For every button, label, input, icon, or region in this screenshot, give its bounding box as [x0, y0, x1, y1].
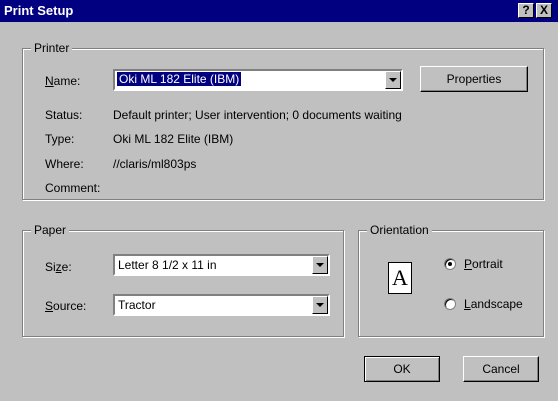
status-label: Status: — [45, 108, 83, 122]
paper-group: Paper — [22, 223, 344, 337]
chevron-down-icon[interactable] — [312, 256, 328, 274]
landscape-label[interactable]: Landscape — [464, 297, 523, 311]
size-label: Size: — [45, 260, 72, 274]
paper-size-value: Letter 8 1/2 x 11 in — [118, 258, 217, 272]
chevron-down-icon[interactable] — [385, 71, 401, 89]
landscape-radio[interactable] — [444, 298, 456, 310]
window-title: Print Setup — [4, 3, 74, 18]
ok-button[interactable]: OK — [364, 356, 440, 382]
paper-legend: Paper — [31, 223, 70, 237]
close-button[interactable]: X — [536, 3, 552, 18]
help-button[interactable]: ? — [518, 3, 534, 18]
printer-name-value: Oki ML 182 Elite (IBM) — [115, 71, 243, 87]
portrait-page-icon: A — [388, 262, 412, 294]
source-label: Source: — [45, 299, 87, 313]
properties-button[interactable]: Properties — [420, 66, 528, 92]
portrait-radio[interactable] — [444, 258, 456, 270]
ok-label: OK — [393, 362, 411, 376]
comment-label: Comment: — [45, 181, 101, 195]
orientation-group: Orientation — [358, 223, 544, 337]
name-label: Name: — [45, 74, 81, 88]
printer-legend: Printer — [31, 41, 73, 55]
type-label: Type: — [45, 132, 75, 146]
status-value: Default printer; User intervention; 0 do… — [113, 108, 402, 122]
properties-label: Properties — [446, 72, 502, 86]
orientation-legend: Orientation — [367, 223, 432, 237]
paper-source-select[interactable]: Tractor — [113, 294, 330, 316]
chevron-down-icon[interactable] — [312, 296, 328, 314]
title-bar: Print Setup ? X — [0, 0, 558, 22]
where-label: Where: — [45, 157, 84, 171]
printer-name-select[interactable]: Oki ML 182 Elite (IBM) — [113, 69, 403, 91]
cancel-label: Cancel — [482, 362, 520, 376]
paper-size-select[interactable]: Letter 8 1/2 x 11 in — [113, 254, 330, 276]
type-value: Oki ML 182 Elite (IBM) — [113, 132, 234, 146]
cancel-button[interactable]: Cancel — [463, 356, 539, 382]
where-value: //claris/ml803ps — [113, 157, 197, 171]
portrait-label[interactable]: Portrait — [464, 257, 503, 271]
paper-source-value: Tractor — [118, 298, 156, 312]
